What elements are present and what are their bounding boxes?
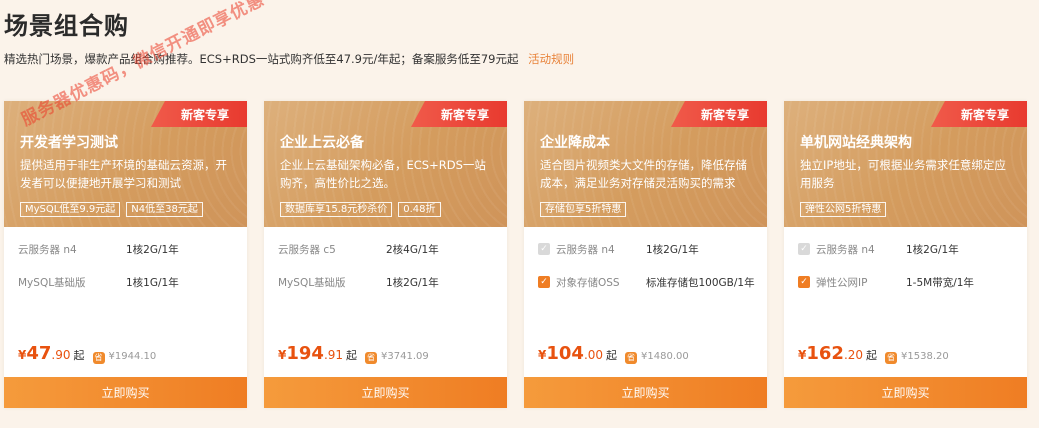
combo-card: 新客专享 开发者学习测试 提供适用于非生产环境的基础云资源，开发者可以便捷地开展… [4, 101, 247, 408]
price-unit: 起 [346, 349, 358, 362]
promo-tags: 存储包享5折特惠 [540, 202, 627, 217]
promo-tag: 数据库享15.8元秒杀价 [280, 202, 393, 217]
card-header: 新客专享 单机网站经典架构 独立IP地址，可根据业务需求任意绑定应用服务 弹性公… [784, 101, 1027, 227]
combo-card: 新客专享 单机网站经典架构 独立IP地址，可根据业务需求任意绑定应用服务 弹性公… [784, 101, 1027, 408]
spec-row: ✓ 云服务器 n4 1核2G/1年 [798, 241, 1018, 257]
card-description: 适合图片视频类大文件的存储，降低存储成本，满足业务对存储灵活购买的需求 [540, 158, 747, 190]
price-decimal: .90 [51, 348, 71, 362]
price-integer: 47 [26, 343, 52, 364]
spec-name: 云服务器 c5 [278, 243, 336, 256]
savings-icon: 省 [365, 351, 378, 364]
checkbox-disabled-icon: ✓ [798, 243, 810, 255]
card-title: 开发者学习测试 [20, 135, 118, 151]
savings-icon: 省 [885, 351, 898, 364]
price-decimal: .20 [843, 348, 864, 362]
price-integer: 194 [286, 343, 324, 364]
price-unit: 起 [606, 349, 618, 362]
spec-name: 云服务器 n4 [816, 243, 875, 256]
spec-row: ✓ 弹性公网IP 1-5M带宽/1年 [798, 274, 1018, 290]
card-list: 新客专享 开发者学习测试 提供适用于非生产环境的基础云资源，开发者可以便捷地开展… [4, 101, 1030, 408]
price-row: ¥ 104 .00 起 省 ¥1480.00 [538, 343, 689, 364]
combo-card: 新客专享 企业上云必备 企业上云基础架构必备，ECS+RDS一站购齐，高性价比之… [264, 101, 507, 408]
spec-value: 2核4G/1年 [386, 243, 439, 256]
price-row: ¥ 47 .90 起 省 ¥1944.10 [18, 343, 156, 364]
rules-link[interactable]: 活动规则 [528, 52, 574, 66]
spec-value: 1-5M带宽/1年 [906, 276, 974, 289]
buy-now-button[interactable]: 立即购买 [264, 377, 507, 408]
buy-now-button[interactable]: 立即购买 [524, 377, 767, 408]
new-customer-badge: 新客专享 [151, 101, 247, 127]
promo-tag: 0.48折 [398, 202, 441, 217]
card-header: 新客专享 开发者学习测试 提供适用于非生产环境的基础云资源，开发者可以便捷地开展… [4, 101, 247, 227]
spec-value: 1核2G/1年 [906, 243, 959, 256]
spec-name: MySQL基础版 [278, 276, 346, 289]
spec-row: 云服务器 n4 1核2G/1年 [18, 241, 238, 257]
original-price: ¥1944.10 [108, 351, 157, 362]
spec-row: MySQL基础版 1核2G/1年 [278, 274, 498, 290]
card-description: 独立IP地址，可根据业务需求任意绑定应用服务 [800, 158, 1006, 190]
card-title: 单机网站经典架构 [800, 135, 912, 151]
card-header: 新客专享 企业上云必备 企业上云基础架构必备，ECS+RDS一站购齐，高性价比之… [264, 101, 507, 227]
original-price: ¥3741.09 [381, 351, 429, 362]
card-title: 企业上云必备 [280, 135, 364, 151]
promo-tag: N4低至38元起 [126, 202, 203, 217]
combo-card: 新客专享 企业降成本 适合图片视频类大文件的存储，降低存储成本，满足业务对存储灵… [524, 101, 767, 408]
spec-value: 1核1G/1年 [126, 276, 179, 289]
original-price: ¥1480.00 [641, 351, 689, 362]
card-description: 企业上云基础架构必备，ECS+RDS一站购齐，高性价比之选。 [280, 158, 486, 190]
currency-symbol: ¥ [538, 348, 547, 362]
spec-value: 标准存储包100GB/1年 [646, 276, 755, 289]
new-customer-badge: 新客专享 [671, 101, 767, 127]
promo-tag: 弹性公网5折特惠 [800, 202, 887, 217]
price-unit: 起 [73, 349, 85, 362]
price-integer: 104 [546, 343, 584, 364]
buy-now-button[interactable]: 立即购买 [4, 377, 247, 408]
checkbox-checked-icon[interactable]: ✓ [538, 276, 550, 288]
original-price: ¥1538.20 [901, 351, 949, 362]
spec-name: 弹性公网IP [816, 276, 868, 289]
buy-now-button[interactable]: 立即购买 [784, 377, 1027, 408]
promo-tags: 弹性公网5折特惠 [800, 202, 887, 217]
new-customer-badge: 新客专享 [411, 101, 507, 127]
spec-row: MySQL基础版 1核1G/1年 [18, 274, 238, 290]
subtitle-text: 精选热门场景，爆款产品组合购推荐。ECS+RDS一站式购齐低至47.9元/年起；… [4, 52, 519, 66]
checkbox-checked-icon[interactable]: ✓ [798, 276, 810, 288]
currency-symbol: ¥ [798, 348, 807, 362]
price-decimal: .91 [323, 348, 344, 362]
price-decimal: .00 [583, 348, 604, 362]
savings-icon: 省 [625, 351, 638, 364]
spec-name: MySQL基础版 [18, 276, 86, 289]
page-subtitle: 精选热门场景，爆款产品组合购推荐。ECS+RDS一站式购齐低至47.9元/年起；… [4, 51, 574, 67]
promo-tags: MySQL低至9.9元起 N4低至38元起 [20, 202, 203, 217]
price-integer: 162 [806, 343, 844, 364]
spec-name: 对象存储OSS [556, 276, 620, 289]
spec-row: ✓ 对象存储OSS 标准存储包100GB/1年 [538, 274, 758, 290]
checkbox-disabled-icon: ✓ [538, 243, 550, 255]
savings-icon: 省 [92, 351, 105, 364]
spec-name: 云服务器 n4 [18, 243, 77, 256]
promo-tag: MySQL低至9.9元起 [20, 202, 121, 217]
card-header: 新客专享 企业降成本 适合图片视频类大文件的存储，降低存储成本，满足业务对存储灵… [524, 101, 767, 227]
currency-symbol: ¥ [278, 348, 287, 362]
price-unit: 起 [866, 349, 878, 362]
price-row: ¥ 162 .20 起 省 ¥1538.20 [798, 343, 949, 364]
currency-symbol: ¥ [18, 348, 27, 362]
card-description: 提供适用于非生产环境的基础云资源，开发者可以便捷地开展学习和测试 [20, 158, 227, 190]
page-title: 场景组合购 [4, 12, 129, 40]
promo-tags: 数据库享15.8元秒杀价 0.48折 [280, 202, 441, 217]
spec-value: 1核2G/1年 [386, 276, 439, 289]
spec-row: ✓ 云服务器 n4 1核2G/1年 [538, 241, 758, 257]
spec-row: 云服务器 c5 2核4G/1年 [278, 241, 498, 257]
spec-value: 1核2G/1年 [646, 243, 699, 256]
spec-value: 1核2G/1年 [126, 243, 179, 256]
card-title: 企业降成本 [540, 135, 610, 151]
new-customer-badge: 新客专享 [931, 101, 1027, 127]
price-row: ¥ 194 .91 起 省 ¥3741.09 [278, 343, 429, 364]
promo-tag: 存储包享5折特惠 [540, 202, 627, 217]
spec-name: 云服务器 n4 [556, 243, 615, 256]
